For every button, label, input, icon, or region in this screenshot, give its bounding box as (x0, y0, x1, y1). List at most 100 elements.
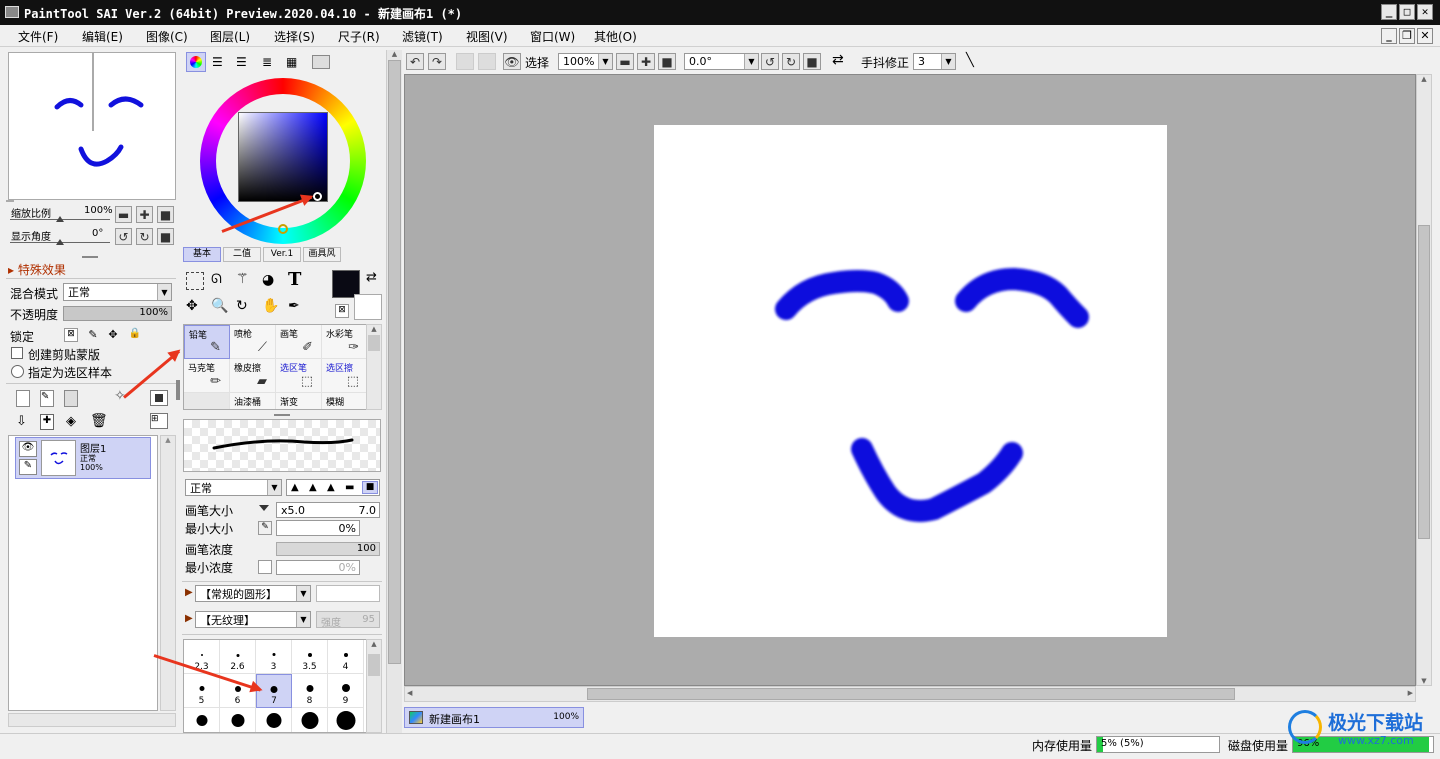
rotate-left-button[interactable]: ↺ (115, 228, 132, 245)
invert-selection-icon[interactable] (478, 53, 496, 70)
brush-size-cell[interactable]: 3 (256, 640, 292, 674)
lock-paint-icon[interactable]: ✎ (86, 328, 100, 342)
canvas-zoom-in-button[interactable]: ✚ (637, 53, 655, 70)
menu-window[interactable]: 窗口(W) (530, 28, 575, 45)
doc-minimize-button[interactable]: _ (1381, 28, 1397, 44)
palette-mode-icon[interactable]: ▦ (286, 55, 297, 69)
menu-image[interactable]: 图像(C) (146, 28, 188, 45)
shape-icon[interactable]: ◕ (262, 272, 274, 288)
doc-close-button[interactable]: ✕ (1417, 28, 1433, 44)
canvas-vscrollbar[interactable]: ▲ ▼ (1416, 74, 1432, 686)
doc-restore-button[interactable]: ❐ (1399, 28, 1415, 44)
tool-pencil[interactable]: 铅笔 ✎ (184, 325, 230, 359)
blend-mode-select[interactable]: 正常 ▼ (63, 283, 172, 301)
menu-view[interactable]: 视图(V) (466, 28, 508, 45)
brush-size-field[interactable]: x5.0 7.0 (276, 502, 380, 518)
brush-size-cell[interactable]: 9 (328, 674, 364, 708)
edge-medium-icon[interactable]: ▲ (327, 482, 335, 493)
canvas-hscrollbar[interactable]: ◀ ▶ (404, 686, 1416, 702)
undo-icon[interactable]: ↶ (406, 53, 424, 70)
straight-line-icon[interactable]: ╲ (966, 53, 986, 70)
brush-texture-select[interactable]: 【无纹理】 ▼ (195, 611, 311, 628)
clear-layer-icon[interactable]: ◈ (66, 414, 76, 429)
brush-mode-select[interactable]: 正常 ▼ (185, 479, 282, 496)
tab-binary[interactable]: 二值 (223, 247, 261, 262)
hsv-slider-mode-icon[interactable]: ☰ (236, 55, 247, 69)
brush-size-cell[interactable]: 8 (292, 674, 328, 708)
menu-edit[interactable]: 编辑(E) (82, 28, 123, 45)
menu-filter[interactable]: 滤镜(T) (402, 28, 443, 45)
brush-size-cell[interactable]: 2.6 (220, 640, 256, 674)
merge-layer-icon[interactable]: ✚ (40, 414, 54, 430)
zoom-out-button[interactable]: ▬ (115, 206, 132, 223)
redo-icon[interactable]: ↷ (428, 53, 446, 70)
canvas-angle-select[interactable]: 0.0° ▼ (684, 53, 759, 70)
tab-paint-style[interactable]: 画具风 (303, 247, 341, 262)
layer-list-hscrollbar[interactable] (8, 713, 176, 727)
zoom-tool-icon[interactable]: 🔍 (211, 298, 228, 314)
hand-tool-icon[interactable]: ✋ (262, 298, 279, 314)
tool-watercolor[interactable]: 水彩笔 ✑ (322, 325, 368, 359)
scratchpad-mode-icon[interactable] (312, 55, 330, 69)
tool-marker[interactable]: 马克笔 ✏ (184, 359, 230, 393)
rotate-tool-icon[interactable]: ↻ (236, 298, 248, 314)
minimize-button[interactable]: _ (1381, 4, 1397, 20)
color-wheel-mode-icon[interactable] (186, 52, 206, 72)
lasso-icon[interactable]: ᘏ (211, 272, 222, 287)
canvas-zoom-reset-button[interactable]: ■ (658, 53, 676, 70)
lock-move-icon[interactable]: ✥ (106, 328, 120, 342)
background-color-swatch[interactable] (354, 294, 382, 320)
brush-density-slider[interactable]: 100 (276, 542, 380, 556)
edge-medium-soft-icon[interactable]: ▲ (309, 482, 317, 493)
pencil-icon[interactable]: ✎ (19, 459, 37, 475)
brush-size-cell[interactable] (184, 708, 220, 732)
selection-sample-radio[interactable] (11, 365, 24, 378)
stabilizer-select[interactable]: 3 ▼ (913, 53, 956, 70)
merge-down-icon[interactable]: ⇩ (16, 414, 27, 429)
tool-airbrush[interactable]: 喷枪 ⟋ (230, 325, 276, 359)
edge-hard-icon[interactable]: ■ (362, 481, 378, 494)
zoom-in-button[interactable]: ✚ (136, 206, 153, 223)
eye-icon[interactable]: 👁 (19, 441, 37, 457)
zoom-reset-button[interactable]: ■ (157, 206, 174, 223)
tool-grid-scrollbar[interactable]: ▲ (366, 324, 382, 410)
min-density-field[interactable]: 0% (276, 560, 360, 575)
pressure-density-checkbox[interactable] (258, 560, 272, 574)
menu-ruler[interactable]: 尺子(R) (338, 28, 380, 45)
canvas-hscroll-thumb[interactable] (587, 688, 1235, 700)
tool-select-eraser[interactable]: 选区擦 ⬚ (322, 359, 368, 393)
texture-strength-field[interactable]: 强度 95 (316, 611, 380, 629)
flip-horizontal-icon[interactable]: ⇄ (832, 52, 844, 68)
brush-size-cell[interactable] (292, 708, 328, 732)
brush-size-scrollbar[interactable]: ▲ (366, 639, 382, 733)
tab-ver1[interactable]: Ver.1 (263, 247, 301, 262)
layer-list-scrollbar[interactable]: ▲ (160, 435, 176, 711)
rotate-reset-button[interactable]: ■ (157, 228, 174, 245)
brush-size-cell[interactable]: 5 (184, 674, 220, 708)
tool-eraser[interactable]: 橡皮擦 ▰ (230, 359, 276, 393)
rect-select-icon[interactable] (186, 272, 204, 290)
move-tool-icon[interactable]: ✥ (186, 298, 198, 314)
deselect-icon[interactable] (456, 53, 474, 70)
brush-size-cell[interactable]: 4 (328, 640, 364, 674)
tool-grid-splitter[interactable] (274, 414, 290, 416)
zoom-slider-thumb[interactable] (56, 216, 64, 222)
swatch-mode-icon[interactable]: ≣ (262, 55, 272, 69)
new-layer-icon[interactable] (16, 390, 30, 407)
tool-select-pen[interactable]: 选区笔 ⬚ (276, 359, 322, 393)
brush-size-cell[interactable] (220, 708, 256, 732)
edge-medium-hard-icon[interactable]: ▬ (345, 482, 354, 493)
chevron-down-icon[interactable] (259, 505, 269, 511)
min-size-field[interactable]: 0% (276, 520, 360, 536)
opacity-slider[interactable]: 100% (63, 306, 172, 321)
trash-icon[interactable]: 🗑 (90, 413, 108, 429)
brush-edge-hardness[interactable]: ▲ ▲ ▲ ▬ ■ (286, 479, 380, 496)
swap-colors-icon[interactable]: ⇄ (366, 270, 377, 285)
layer-item[interactable]: 👁 ✎ 图层1 正常 100% (15, 437, 151, 479)
tab-basic[interactable]: 基本 (183, 247, 221, 262)
transparent-color-icon[interactable]: ⊠ (335, 304, 349, 318)
tool-blur[interactable]: 模糊 (322, 393, 368, 409)
menu-select[interactable]: 选择(S) (274, 28, 315, 45)
lock-transparency-icon[interactable]: ⊠ (64, 328, 78, 342)
new-vector-layer-icon[interactable]: ✎ (40, 390, 54, 407)
